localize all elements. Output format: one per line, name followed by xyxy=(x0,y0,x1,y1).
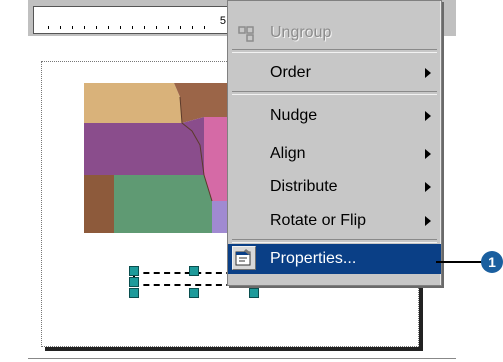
menu-separator xyxy=(232,91,437,95)
menu-item-distribute[interactable]: Distribute xyxy=(228,173,441,201)
menu-item-align[interactable]: Align xyxy=(228,140,441,168)
selection-handle-tl[interactable] xyxy=(129,266,139,276)
menu-separator xyxy=(232,49,437,53)
screenshot-canvas: 5 Ungroup Order Nudge Align Distribute R… xyxy=(0,0,503,362)
menu-item-label: Distribute xyxy=(270,178,338,195)
callout-line xyxy=(436,261,483,263)
ungroup-icon xyxy=(238,26,254,42)
submenu-arrow-icon xyxy=(425,182,431,192)
map-region-green xyxy=(114,175,212,233)
selection-handle-ml[interactable] xyxy=(129,277,139,287)
submenu-arrow-icon xyxy=(425,149,431,159)
menu-item-properties[interactable]: Properties... xyxy=(228,244,441,274)
bottom-divider xyxy=(28,358,456,359)
menu-item-nudge[interactable]: Nudge xyxy=(228,102,441,130)
menu-item-ungroup: Ungroup xyxy=(228,19,441,47)
menu-item-order[interactable]: Order xyxy=(228,59,441,87)
ruler-mark-label: 5 xyxy=(219,15,226,27)
menu-item-label: Ungroup xyxy=(270,24,332,41)
submenu-arrow-icon xyxy=(425,111,431,121)
horizontal-ruler: 5 xyxy=(33,6,233,34)
context-menu[interactable]: Ungroup Order Nudge Align Distribute Rot… xyxy=(227,0,442,286)
selection-handle-tm[interactable] xyxy=(189,266,199,276)
menu-item-rotate-or-flip[interactable]: Rotate or Flip xyxy=(228,207,441,235)
menu-item-label: Properties... xyxy=(270,250,357,267)
map-region-tan xyxy=(84,83,182,123)
menu-item-label: Rotate or Flip xyxy=(270,212,367,229)
callout-number: 1 xyxy=(481,251,503,273)
submenu-arrow-icon xyxy=(425,68,431,78)
map-region-brown-south xyxy=(84,175,114,233)
menu-separator xyxy=(232,239,437,243)
menu-item-label: Order xyxy=(270,64,311,81)
selection-handle-bl[interactable] xyxy=(129,288,139,298)
properties-icon xyxy=(232,246,256,270)
menu-item-label: Align xyxy=(270,145,306,162)
selection-handle-bm[interactable] xyxy=(189,288,199,298)
selection-handle-br[interactable] xyxy=(249,288,259,298)
submenu-arrow-icon xyxy=(425,216,431,226)
menu-item-label: Nudge xyxy=(270,107,318,124)
